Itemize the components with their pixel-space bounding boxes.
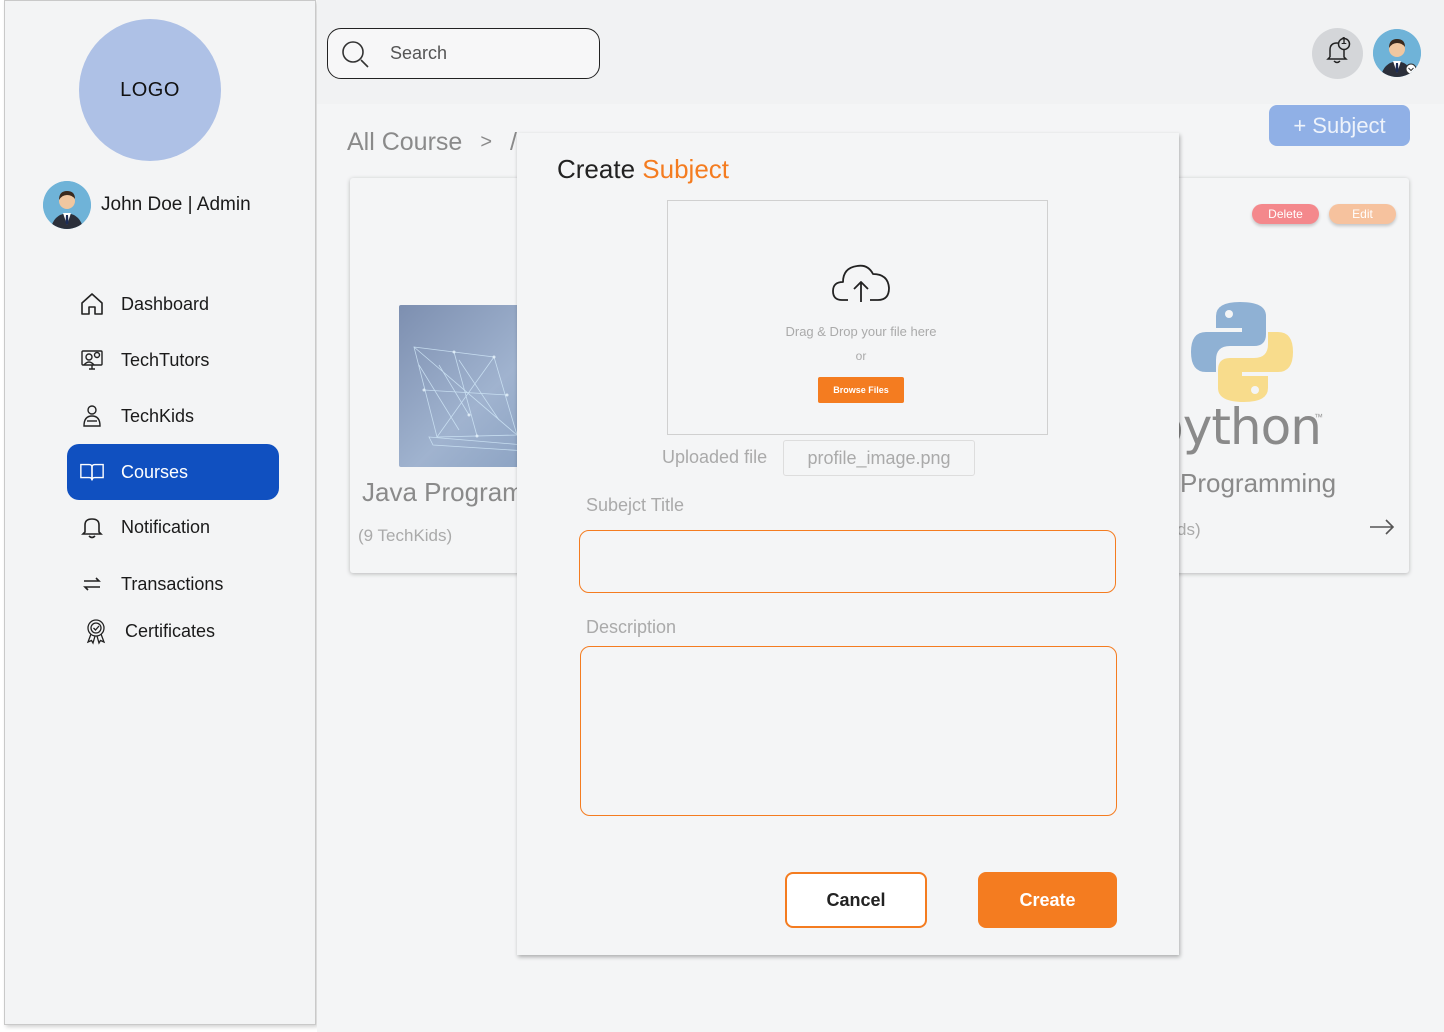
course-thumbnail bbox=[399, 305, 534, 467]
book-icon bbox=[79, 459, 105, 485]
sidebar-item-dashboard[interactable]: Dashboard bbox=[67, 276, 279, 332]
notification-button[interactable]: 1 bbox=[1312, 28, 1363, 79]
cancel-button[interactable]: Cancel bbox=[785, 872, 927, 928]
search-icon bbox=[340, 39, 370, 69]
cloud-upload-icon bbox=[830, 258, 892, 311]
create-button[interactable]: Create bbox=[978, 872, 1117, 928]
course-meta: (9 TechKids) bbox=[358, 526, 453, 545]
breadcrumb: All Course > / bbox=[347, 128, 517, 157]
course-title: Java Program bbox=[362, 477, 524, 507]
user-profile[interactable]: John Doe | Admin bbox=[43, 181, 251, 229]
add-subject-button[interactable]: + Subject bbox=[1269, 105, 1410, 146]
sidebar: LOGO John Doe | Admin Dashboard TechTuto… bbox=[4, 0, 316, 1025]
sidebar-item-label: Notification bbox=[121, 516, 211, 537]
arrow-right-icon[interactable] bbox=[1368, 515, 1396, 544]
notification-count: 1 bbox=[1341, 36, 1347, 47]
or-text: or bbox=[855, 349, 867, 363]
breadcrumb-separator: > bbox=[480, 131, 493, 153]
modal-title: Create Subject bbox=[557, 154, 729, 185]
notification-bell-icon bbox=[1322, 35, 1354, 72]
python-wordmark: python bbox=[1166, 398, 1322, 456]
search-box[interactable] bbox=[327, 28, 600, 79]
transfer-icon bbox=[79, 571, 105, 597]
modal-title-accent: Subject bbox=[642, 154, 730, 184]
sidebar-item-label: Courses bbox=[121, 461, 189, 482]
sidebar-item-courses[interactable]: Courses bbox=[67, 444, 279, 500]
bell-icon bbox=[79, 514, 105, 540]
description-textarea[interactable] bbox=[580, 646, 1117, 816]
kid-icon bbox=[79, 403, 105, 429]
sidebar-item-label: Dashboard bbox=[121, 293, 210, 314]
award-icon bbox=[83, 618, 109, 645]
sidebar-item-label: Transactions bbox=[121, 573, 224, 594]
profile-avatar[interactable] bbox=[1373, 29, 1421, 77]
sidebar-item-techtutors[interactable]: TechTutors bbox=[67, 332, 279, 388]
uploaded-file-label: Uploaded file bbox=[662, 447, 768, 467]
subject-title-label: Subejct Title bbox=[586, 495, 685, 515]
python-logo-icon bbox=[1188, 300, 1296, 409]
delete-button[interactable]: Delete bbox=[1252, 204, 1319, 224]
breadcrumb-root[interactable]: All Course bbox=[347, 128, 462, 157]
tutor-icon bbox=[79, 347, 105, 373]
home-icon bbox=[79, 291, 105, 317]
avatar bbox=[43, 181, 91, 229]
sidebar-item-label: TechKids bbox=[121, 405, 195, 426]
sidebar-item-notification[interactable]: Notification bbox=[67, 499, 279, 555]
browse-files-button[interactable]: Browse Files bbox=[818, 377, 904, 403]
subject-title-input[interactable] bbox=[579, 530, 1116, 593]
search-input[interactable] bbox=[390, 43, 590, 64]
sidebar-item-certificates[interactable]: Certificates bbox=[67, 603, 279, 659]
trademark: ™ bbox=[1314, 412, 1323, 422]
drag-drop-text: Drag & Drop your file here bbox=[785, 324, 937, 339]
modal-title-plain: Create bbox=[557, 154, 636, 184]
uploaded-file-name: profile_image.png bbox=[783, 440, 975, 476]
course-title: Programming bbox=[1180, 468, 1337, 498]
sidebar-item-label: Certificates bbox=[125, 620, 216, 641]
breadcrumb-current: / bbox=[510, 128, 517, 156]
description-label: Description bbox=[586, 617, 677, 637]
sidebar-item-label: TechTutors bbox=[121, 349, 210, 370]
course-meta: ds) bbox=[1177, 520, 1201, 539]
logo-text: LOGO bbox=[120, 78, 180, 101]
edit-button[interactable]: Edit bbox=[1329, 204, 1396, 224]
logo[interactable]: LOGO bbox=[79, 19, 221, 161]
sidebar-item-techkids[interactable]: TechKids bbox=[67, 388, 279, 444]
user-name: John Doe | Admin bbox=[101, 194, 251, 215]
